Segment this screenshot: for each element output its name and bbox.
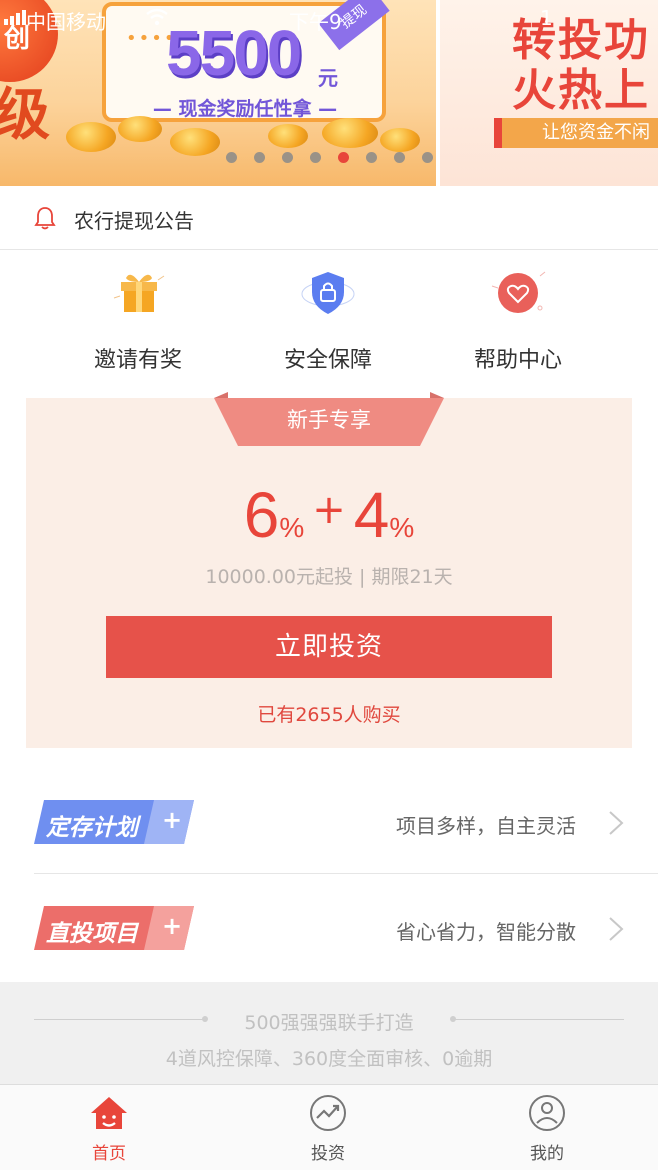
tab-label: 我的 [530,1144,564,1164]
invest-now-button[interactable]: 立即投资 [106,616,552,678]
product-plus: + [162,912,183,940]
base-rate-percent: % [279,512,305,543]
rate-plus: + [312,487,346,533]
trend-icon [310,1095,346,1131]
carousel-indicator [0,152,436,166]
product-desc: 省心省力，智能分散 [396,920,576,944]
product-name: 定存计划 [46,815,138,841]
home-icon [91,1097,127,1129]
quick-entry-label: 帮助中心 [473,348,562,373]
clock-label: 下午9 [289,10,342,34]
carousel-dot[interactable] [310,152,321,163]
promo-banner-carousel[interactable]: 创 级 •••• 5500 元 — 现金奖励任性拿 — 提现 转投功 火热上 让… [0,0,658,186]
shield-lock-icon [301,272,355,314]
quick-entry-help[interactable]: 帮助中心 [448,268,588,373]
product-desc: 项目多样，自主灵活 [396,814,576,838]
carousel-dot[interactable] [394,152,405,163]
tab-label: 投资 [311,1144,345,1164]
user-icon [529,1095,565,1131]
quick-entries: 邀请有奖 安全保障 帮助中心 [0,250,658,378]
base-rate: 6 [243,479,280,551]
slogan-line-2: 4道风控保障、360度全面审核、0逾期 [165,1048,493,1070]
notice-bar[interactable]: 农行提现公告 [0,186,658,250]
slogan-line-1: 500强强强联手打造 [244,1012,414,1034]
product-row-fixed-plan[interactable]: 定存计划 + 项目多样，自主灵活 [34,770,658,874]
tab-label: 首页 [92,1144,126,1164]
quick-entry-label: 安全保障 [283,348,372,373]
trust-slogan: 500强强强联手打造 4道风控保障、360度全面审核、0逾期 [0,982,658,1084]
chevron-right-icon [609,917,624,941]
bonus-rate: 4 [353,479,390,551]
carrier-label: 中国移动 [26,10,106,34]
ticket-unit: 元 [318,66,338,90]
coin-icon [380,128,420,152]
chevron-right-icon [609,811,624,835]
quick-entry-invite[interactable]: 邀请有奖 [68,268,208,373]
min-invest: 10000.00元起投 [205,566,354,588]
status-bar: 中国移动 下午9 1 [0,0,658,36]
gift-icon [113,274,165,312]
newbie-rate: 6% +4% [26,478,632,552]
coin-icon [118,116,162,142]
tab-mine[interactable]: 我的 [487,1093,607,1167]
newbie-offer-card: 新手专享 6% +4% 10000.00元起投 | 期限21天 立即投资 已有2655… [26,392,632,748]
carousel-dot[interactable] [282,152,293,163]
terms-separator: | [359,566,366,588]
banner-right-line2: 火热上 [512,65,650,116]
signal-icon [4,10,26,25]
battery-label: 1 [540,6,553,30]
heart-icon [491,271,546,313]
invest-period: 期限21天 [371,566,453,588]
carousel-dot[interactable] [366,152,377,163]
buyer-count: 已有2655人购买 [257,704,401,726]
coin-icon [66,122,116,152]
product-plus: + [162,806,183,834]
bottom-tab-bar: 首页 投资 我的 [0,1084,658,1170]
carousel-dot[interactable] [338,152,349,163]
bell-icon [34,207,56,230]
banner-left-title: 级 [0,83,50,148]
carousel-dot[interactable] [226,152,237,163]
quick-entry-label: 邀请有奖 [93,348,182,373]
product-name: 直投项目 [46,921,138,947]
newbie-tab-label: 新手专享 [287,408,371,432]
banner-right-strip: 让您资金不闲 [494,118,658,148]
tab-home[interactable]: 首页 [49,1093,169,1167]
coin-icon [268,124,308,148]
product-row-direct-invest[interactable]: 直投项目 + 省心省力，智能分散 [34,876,658,980]
tab-invest[interactable]: 投资 [268,1093,388,1167]
carousel-dot[interactable] [254,152,265,163]
coin-icon [322,118,378,148]
ticket-reward-text: — 现金奖励任性拿 — [152,98,338,120]
quick-entry-security[interactable]: 安全保障 [258,268,398,373]
newbie-terms: 10000.00元起投 | 期限21天 [26,562,632,589]
bonus-rate-percent: % [389,512,415,543]
wifi-icon [146,8,168,26]
notice-text: 农行提现公告 [74,209,194,233]
carousel-dot[interactable] [422,152,433,163]
